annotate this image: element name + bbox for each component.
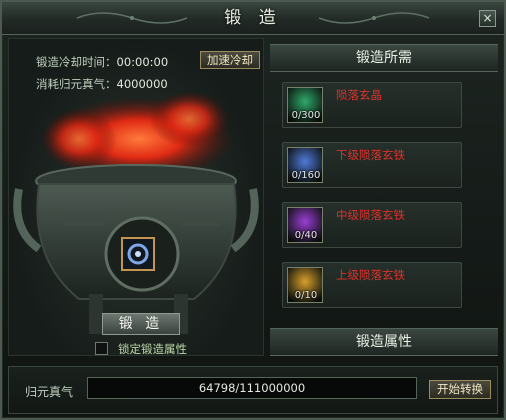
attributes-header: 锻造属性 bbox=[270, 328, 498, 356]
green-crystal-icon[interactable]: 0/300 bbox=[287, 87, 323, 123]
start-convert-button[interactable]: 开始转换 bbox=[429, 380, 491, 399]
material-item: 0/10 上级陨落玄铁 bbox=[282, 262, 462, 308]
material-name: 中级陨落玄铁 bbox=[336, 208, 405, 222]
material-name: 上级陨落玄铁 bbox=[336, 268, 405, 282]
window-title: 锻 造 bbox=[224, 8, 282, 28]
ring-item-icon bbox=[127, 243, 149, 265]
material-name: 陨落玄晶 bbox=[336, 88, 382, 102]
qi-value-field: 64798/111000000 bbox=[87, 377, 417, 399]
forge-button[interactable]: 锻 造 bbox=[102, 313, 180, 335]
gold-ore-icon[interactable]: 0/10 bbox=[287, 267, 323, 303]
speed-up-cooldown-button[interactable]: 加速冷却 bbox=[200, 51, 260, 69]
requirements-header: 锻造所需 bbox=[270, 44, 498, 72]
cooldown-info: 锻造冷却时间：00:00:00 bbox=[36, 54, 168, 70]
blue-ore-icon[interactable]: 0/160 bbox=[287, 147, 323, 183]
lock-attributes-checkbox[interactable] bbox=[95, 342, 108, 355]
material-count: 0/300 bbox=[291, 110, 321, 121]
forge-item-slot[interactable] bbox=[121, 237, 155, 271]
qi-label: 归元真气 bbox=[25, 385, 74, 399]
lock-attributes-label: 锁定锻造属性 bbox=[118, 342, 187, 356]
cooldown-value: 00:00:00 bbox=[116, 55, 169, 69]
cost-label: 消耗归元真气： bbox=[36, 77, 117, 91]
material-item: 0/300 陨落玄晶 bbox=[282, 82, 462, 128]
material-item: 0/40 中级陨落玄铁 bbox=[282, 202, 462, 248]
material-name: 下级陨落玄铁 bbox=[336, 148, 405, 162]
qi-bar-panel: 归元真气 64798/111000000 开始转换 bbox=[8, 366, 498, 414]
close-button[interactable]: × bbox=[479, 10, 496, 27]
forge-window: 锻 造 × 锻造冷却时间：00:00:00 消耗归元真气：4000000 加速冷… bbox=[0, 0, 506, 420]
cost-info: 消耗归元真气：4000000 bbox=[36, 76, 168, 92]
purple-ore-icon[interactable]: 0/40 bbox=[287, 207, 323, 243]
material-count: 0/40 bbox=[294, 230, 318, 241]
cost-value: 4000000 bbox=[116, 77, 168, 91]
material-count: 0/10 bbox=[294, 290, 318, 301]
material-item: 0/160 下级陨落玄铁 bbox=[282, 142, 462, 188]
material-count: 0/160 bbox=[291, 170, 321, 181]
cooldown-label: 锻造冷却时间： bbox=[36, 55, 117, 69]
title-bar: 锻 造 × bbox=[2, 2, 504, 35]
